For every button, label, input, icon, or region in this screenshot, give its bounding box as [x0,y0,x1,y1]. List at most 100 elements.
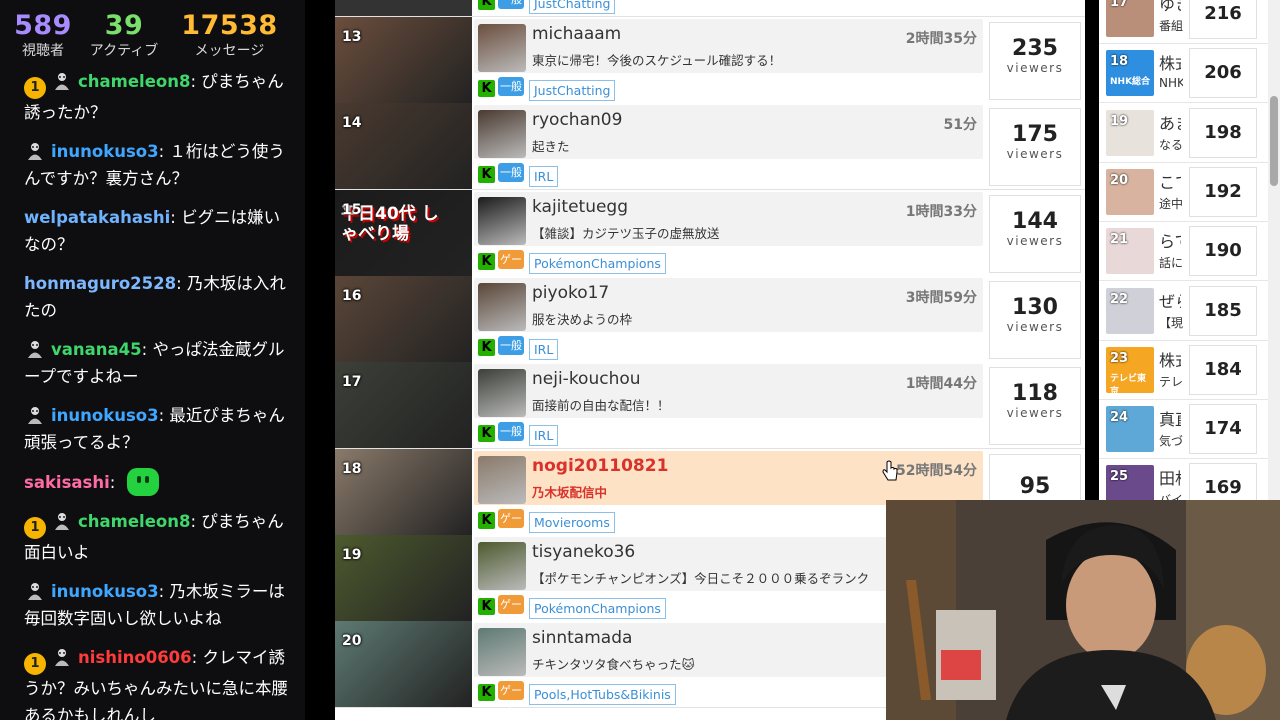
subscriber-badge-icon: 1 [24,517,46,539]
stream-row[interactable]: 13 michaaam 東京に帰宅！今後のスケジュール確認する！ 2時間35分 … [335,17,1085,104]
side-streamer-name[interactable]: らて [1159,228,1181,252]
side-stream-row[interactable]: 19 あま なる 198 [1099,103,1268,163]
streamer-avatar[interactable] [478,282,526,331]
streamer-avatar[interactable] [478,628,526,677]
stream-info[interactable]: kajitetuegg 【雑談】カジテツ玉子の虚無放送 1時間33分 [474,191,983,246]
side-streamer-name[interactable]: ぜら [1159,288,1181,312]
stream-thumbnail[interactable] [335,0,472,16]
stream-thumbnail[interactable]: 20 [335,621,472,708]
category-tag[interactable]: PokémonChampions [529,597,666,619]
stream-thumbnail[interactable]: 18 [335,448,472,535]
side-stream-row[interactable]: 23 テレビ東京 株式 テレ 184 [1099,340,1268,400]
category-tag[interactable]: Movierooms [529,511,615,533]
side-streamer-name[interactable]: あま [1159,110,1181,134]
streamer-name[interactable]: michaaam [532,24,621,44]
streamer-avatar[interactable] [478,455,526,504]
stat-active-value: 39 [104,10,144,41]
side-thumbnail[interactable]: 19 [1106,109,1154,156]
chat-message: 1 chameleon8: ぴまちゃん面白いよ [24,508,292,566]
streamer-avatar[interactable] [478,24,526,72]
side-viewer-count: 185 [1189,285,1257,336]
side-thumbnail[interactable]: 21 [1106,228,1154,275]
viewer-label: viewers [1006,61,1064,75]
chat-username[interactable]: inunokuso3 [51,582,159,601]
chat-username[interactable]: nishino0606 [78,648,192,667]
stream-info[interactable]: michaaam 東京に帰宅！今後のスケジュール確認する！ 2時間35分 [474,19,983,73]
stream-info[interactable]: neji-kouchou 面接前の自由な配信！！ 1時間44分 [474,364,983,419]
streamer-avatar[interactable] [478,110,526,159]
stream-row[interactable]: 17 neji-kouchou 面接前の自由な配信！！ 1時間44分 K 一般 … [335,362,1085,450]
streamer-name[interactable]: tisyaneko36 [532,542,635,562]
stat-messages-label: メッセージ [194,43,265,59]
chat-username[interactable]: chameleon8 [78,512,190,531]
streamer-name[interactable]: piyoko17 [532,283,609,303]
rank-number: 15 [342,201,362,218]
side-stream-row[interactable]: 18 NHK総合 株式 NHK 206 [1099,43,1268,104]
stream-thumbnail[interactable]: 16 [335,275,472,362]
stream-row[interactable]: 16 piyoko17 服を決めようの枠 3時間59分 K 一般 IRL 130… [335,275,1085,363]
side-stream-title: 番組 [1159,19,1183,33]
streamer-avatar[interactable] [478,369,526,418]
side-streamer-name[interactable]: ゆき [1159,0,1181,15]
streamer-name[interactable]: neji-kouchou [532,369,641,389]
chat-username[interactable]: inunokuso3 [51,406,159,425]
chat-message: vanana45: やっぱ法金蔵グループですよねー [24,336,292,390]
side-thumbnail[interactable]: 18 NHK総合 [1106,50,1154,97]
side-thumbnail[interactable]: 23 テレビ東京 [1106,346,1154,393]
side-stream-row[interactable]: 22 ぜら 【現 185 [1099,281,1268,341]
side-streamer-name[interactable]: 株式 [1159,347,1181,371]
stream-row[interactable]: 14 ryochan09 起きた 51分 K 一般 IRL 175 viewer… [335,103,1085,191]
side-stream-row[interactable]: 20 こて 途中 192 [1099,162,1268,222]
category-tag[interactable]: JustChatting [529,0,616,14]
side-thumbnail[interactable]: 22 [1106,287,1154,334]
stream-thumbnail[interactable]: 17 [335,362,472,449]
chat-username[interactable]: vanana45 [51,340,142,359]
stream-thumbnail[interactable]: 平日40代 しゃべり場 15 [335,189,472,276]
stream-info[interactable]: nogi20110821 乃木坂配信中 52時間54分 [474,450,983,505]
streamer-name[interactable]: ryochan09 [532,110,622,130]
side-thumbnail[interactable]: 17 [1106,0,1154,37]
streamer-avatar[interactable] [478,196,526,245]
chat-username[interactable]: sakisashi [24,473,110,492]
stream-title: 【ポケモンチャンピオンズ】今日こそ２０００乗るぞランク [532,570,870,586]
chat-colon: : [190,512,202,531]
kick-icon: K [478,338,495,356]
stream-thumbnail[interactable]: 19 [335,534,472,621]
side-stream-row[interactable]: 17 ゆき 番組 216 [1099,0,1268,44]
category-tag[interactable]: Pools,HotTubs&Bikinis [529,684,676,706]
side-viewer-count: 190 [1189,226,1257,277]
stream-row-partial[interactable]: K 一般 JustChatting [335,0,1085,17]
category-tag[interactable]: IRL [529,425,559,447]
stat-viewers-value: 589 [14,10,72,41]
streamer-name[interactable]: sinntamada [532,628,632,648]
category-tag[interactable]: IRL [529,166,559,188]
category-tag[interactable]: IRL [529,338,559,360]
chat-username[interactable]: honmaguro2528 [24,274,176,293]
side-viewer-count: 174 [1189,404,1257,455]
category-tag[interactable]: PokémonChampions [529,252,666,274]
side-thumbnail[interactable]: 24 [1106,406,1154,453]
side-stream-row[interactable]: 24 真直 気づ 174 [1099,399,1268,460]
stream-thumbnail[interactable]: 14 [335,103,472,190]
category-icon: 一般 [498,0,524,9]
side-streamer-name[interactable]: 田村 [1159,465,1181,489]
side-stream-row[interactable]: 21 らて 話に 190 [1099,221,1268,282]
stream-info[interactable]: piyoko17 服を決めようの枠 3時間59分 [474,277,983,332]
chat-username[interactable]: chameleon8 [78,72,190,91]
stream-thumbnail[interactable]: 13 [335,17,472,103]
chat-username[interactable]: inunokuso3 [51,142,159,161]
streamer-name[interactable]: nogi20110821 [532,456,668,476]
stream-row[interactable]: 平日40代 しゃべり場 15 kajitetuegg 【雑談】カジテツ玉子の虚無… [335,189,1085,285]
streamer-name[interactable]: kajitetuegg [532,197,628,217]
side-thumbnail[interactable]: 20 [1106,168,1154,215]
side-streamer-name[interactable]: こて [1159,169,1181,193]
side-streamer-name[interactable]: 株式 [1159,50,1181,74]
side-streamer-name[interactable]: 真直 [1159,406,1181,430]
chat-stats: 589 視聴者 39 アクティブ 17538 メッセージ [0,0,305,64]
chat-username[interactable]: welpatakahashi [24,208,170,227]
category-icon: ゲーム [498,594,524,630]
scrollbar-thumb[interactable] [1270,96,1278,186]
stream-info[interactable]: ryochan09 起きた 51分 [474,105,983,160]
category-tag[interactable]: JustChatting [529,80,616,101]
streamer-avatar[interactable] [478,541,526,590]
